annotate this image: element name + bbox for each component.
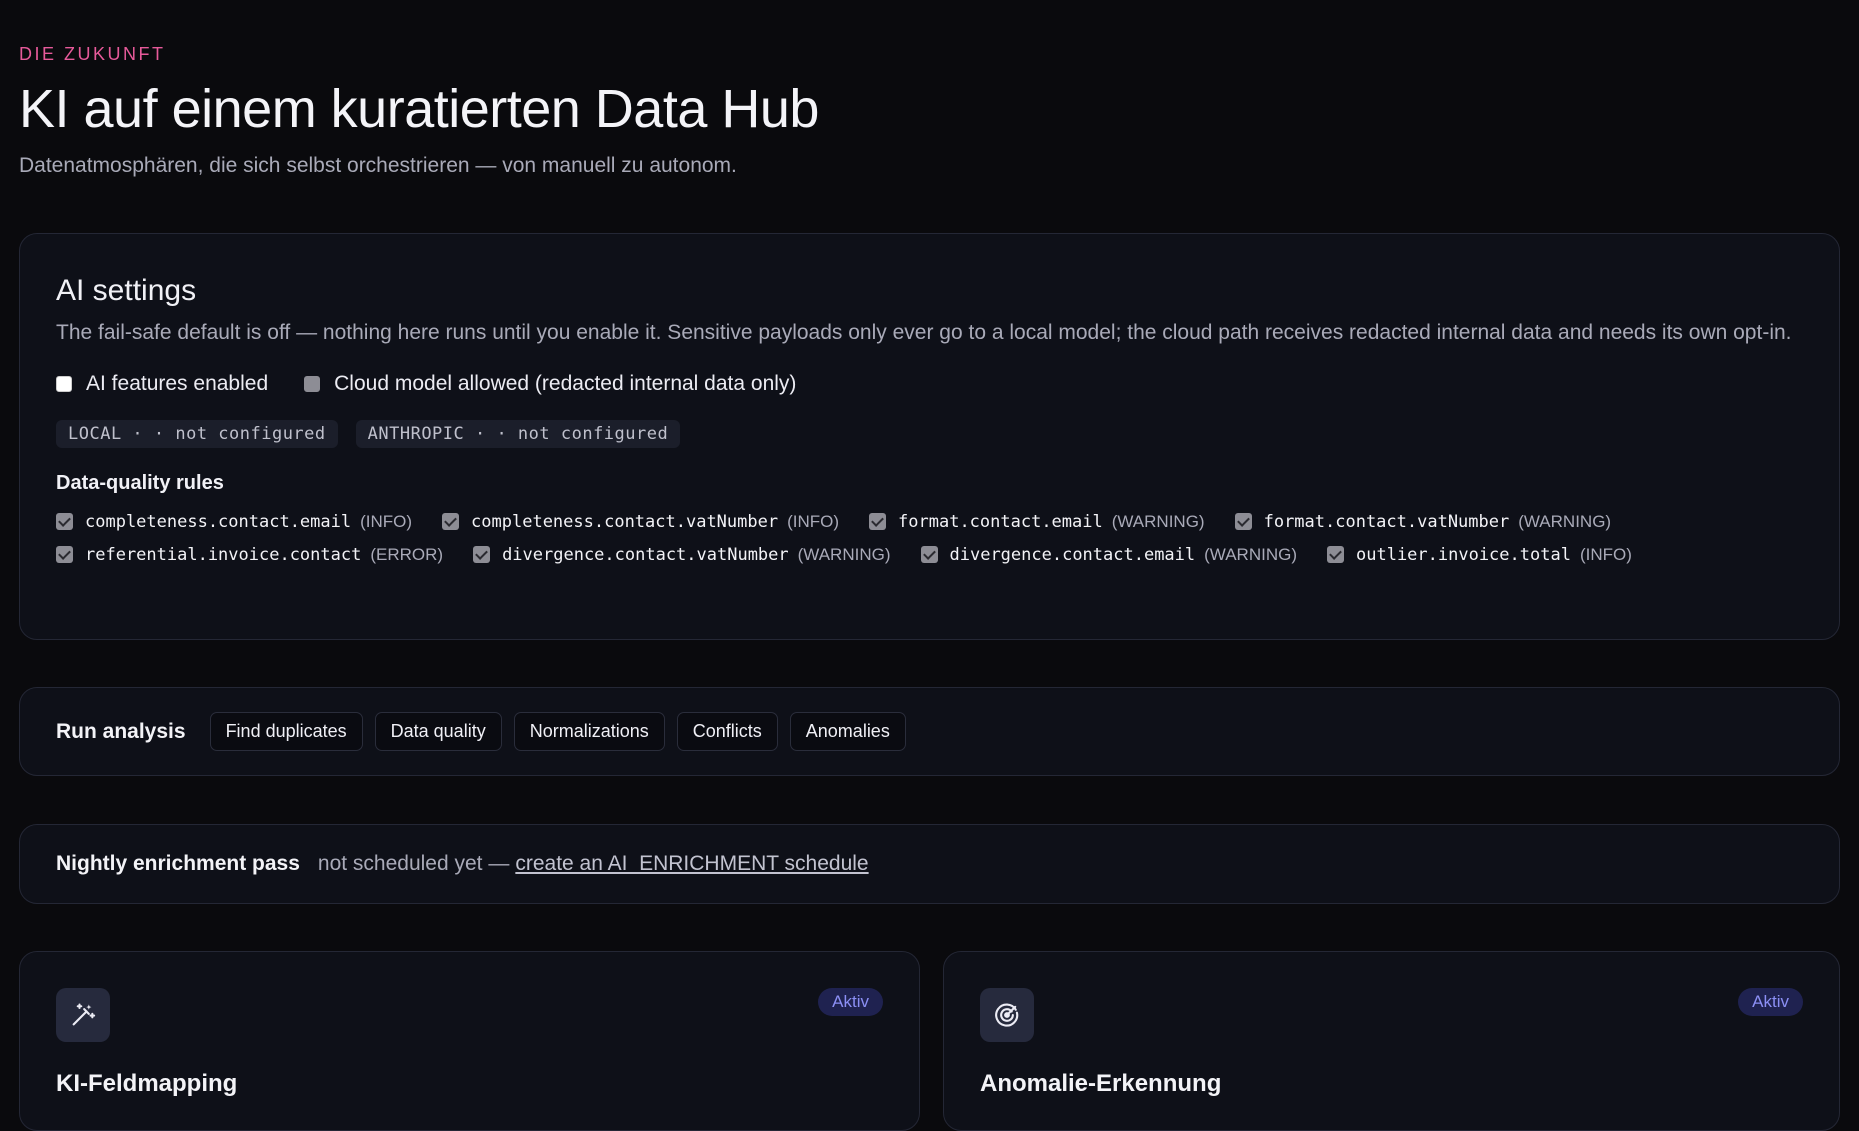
section-eyebrow: DIE ZUKUNFT — [19, 44, 166, 64]
rule-item[interactable]: format.contact.vatNumber (WARNING) — [1234, 505, 1612, 538]
rule-item[interactable]: completeness.contact.vatNumber (INFO) — [442, 505, 839, 538]
page-title: KI auf einem kuratierten Data Hub — [19, 79, 819, 139]
rule-severity: (WARNING) — [1518, 511, 1612, 531]
rule-severity: (INFO) — [360, 511, 413, 531]
status-badge: Aktiv — [818, 988, 883, 1016]
radar-icon — [980, 988, 1034, 1042]
ai-settings-title: AI settings — [56, 274, 197, 307]
rule-checkbox[interactable] — [56, 546, 73, 563]
provider-chip-local: LOCAL · · not configured — [56, 420, 338, 448]
anomalies-button[interactable]: Anomalies — [789, 712, 906, 751]
ai-features-checkbox[interactable] — [56, 376, 72, 392]
rule-name: outlier.invoice.total — [1356, 544, 1571, 565]
rule-severity: (INFO) — [787, 511, 840, 531]
rule-name: divergence.contact.vatNumber — [502, 544, 789, 565]
rule-name: completeness.contact.vatNumber — [471, 511, 779, 532]
feature-card-field-mapping[interactable]: Aktiv KI-Feldmapping — [19, 951, 920, 1131]
rule-checkbox[interactable] — [920, 546, 938, 563]
ai-features-toggle[interactable]: AI features enabled — [56, 372, 268, 396]
rule-checkbox[interactable] — [1327, 546, 1344, 563]
rule-name: divergence.contact.email — [949, 544, 1196, 565]
rule-name: format.contact.vatNumber — [1263, 511, 1510, 532]
rule-severity: (WARNING) — [1204, 544, 1297, 564]
rules-list: completeness.contact.email (INFO) comple… — [56, 505, 1776, 571]
rule-item[interactable]: outlier.invoice.total (INFO) — [1327, 538, 1632, 571]
rule-severity: (INFO) — [1579, 544, 1632, 564]
conflicts-button[interactable]: Conflicts — [676, 712, 778, 751]
page: DIE ZUKUNFT KI auf einem kuratierten Dat… — [0, 0, 1859, 1131]
rule-checkbox[interactable] — [1234, 513, 1252, 530]
rule-item[interactable]: completeness.contact.email (INFO) — [56, 505, 412, 538]
normalizations-button[interactable]: Normalizations — [513, 712, 665, 751]
data-quality-button[interactable]: Data quality — [374, 712, 502, 751]
rule-checkbox[interactable] — [473, 546, 491, 563]
rule-severity: (WARNING) — [797, 544, 891, 564]
nightly-enrichment-card: Nightly enrichment pass not scheduled ye… — [19, 824, 1840, 904]
rule-name: completeness.contact.email — [85, 511, 352, 532]
run-analysis-label: Run analysis — [56, 719, 186, 743]
ai-toggles: AI features enabled Cloud model allowed … — [56, 372, 1803, 396]
run-analysis-card: Run analysis Find duplicates Data qualit… — [19, 687, 1840, 776]
magic-wand-icon — [56, 988, 110, 1042]
feature-title: KI-Feldmapping — [56, 1070, 238, 1097]
rules-title: Data-quality rules — [56, 472, 224, 494]
ai-features-label: AI features enabled — [86, 372, 269, 395]
nightly-enrichment-label: Nightly enrichment pass — [56, 852, 300, 875]
ai-settings-card: AI settings The fail-safe default is off… — [19, 233, 1840, 640]
rule-name: format.contact.email — [898, 511, 1103, 532]
cloud-model-toggle[interactable]: Cloud model allowed (redacted internal d… — [304, 372, 796, 396]
cloud-model-checkbox[interactable] — [304, 376, 321, 392]
rule-item[interactable]: referential.invoice.contact (ERROR) — [56, 538, 443, 571]
rule-checkbox[interactable] — [442, 513, 460, 530]
rule-item[interactable]: format.contact.email (WARNING) — [869, 505, 1205, 538]
status-badge: Aktiv — [1738, 988, 1803, 1016]
find-duplicates-button[interactable]: Find duplicates — [209, 712, 363, 751]
create-schedule-link[interactable]: create an AI_ENRICHMENT schedule — [515, 852, 868, 876]
feature-card-anomaly-detection[interactable]: Aktiv Anomalie-Erkennung — [943, 951, 1840, 1131]
rule-checkbox[interactable] — [869, 513, 887, 530]
rule-item[interactable]: divergence.contact.email (WARNING) — [920, 538, 1297, 571]
rule-item[interactable]: divergence.contact.vatNumber (WARNING) — [473, 538, 891, 571]
feature-title: Anomalie-Erkennung — [980, 1070, 1222, 1097]
rule-severity: (ERROR) — [370, 544, 444, 564]
provider-chips: LOCAL · · not configured ANTHROPIC · · n… — [56, 420, 1803, 448]
page-subtitle: Datenatmosphären, die sich selbst orches… — [19, 154, 737, 177]
nightly-enrichment-status: not scheduled yet — — [317, 852, 510, 875]
rule-severity: (WARNING) — [1111, 511, 1205, 531]
provider-chip-anthropic: ANTHROPIC · · not configured — [355, 420, 681, 448]
ai-settings-description: The fail-safe default is off — nothing h… — [56, 321, 1792, 344]
rule-checkbox[interactable] — [56, 513, 73, 530]
rule-name: referential.invoice.contact — [85, 544, 362, 565]
cloud-model-label: Cloud model allowed (redacted internal d… — [334, 372, 797, 395]
